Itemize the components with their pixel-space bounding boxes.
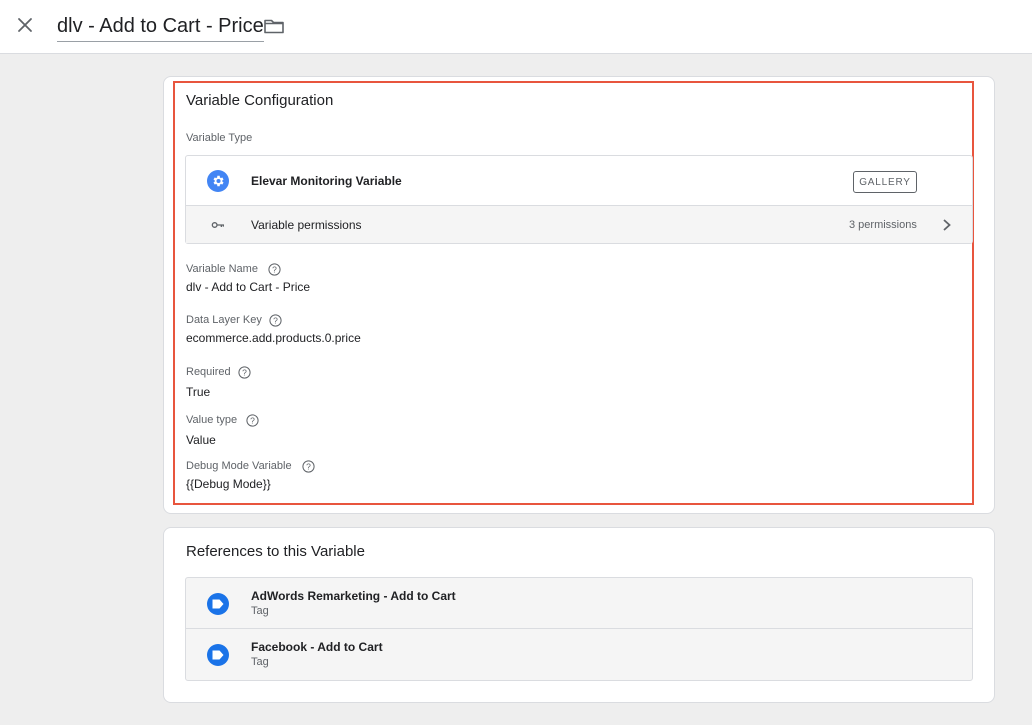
svg-text:?: ? bbox=[273, 316, 278, 326]
value-type-value: Value bbox=[186, 433, 216, 447]
folder-icon[interactable] bbox=[262, 14, 286, 38]
variable-name-label: Variable Name bbox=[186, 263, 258, 275]
variable-configuration-title: Variable Configuration bbox=[186, 92, 334, 109]
data-layer-key-label: Data Layer Key bbox=[186, 314, 262, 326]
required-label: Required bbox=[186, 366, 231, 378]
value-type-label: Value type bbox=[186, 414, 238, 426]
variable-title-input[interactable]: dlv - Add to Cart - Price bbox=[57, 12, 264, 42]
svg-text:?: ? bbox=[306, 462, 311, 472]
svg-text:?: ? bbox=[242, 368, 247, 378]
variable-type-label: Variable Type bbox=[186, 132, 253, 144]
data-layer-key-value: ecommerce.add.products.0.price bbox=[186, 331, 361, 345]
top-bar: dlv - Add to Cart - Price bbox=[0, 0, 1032, 54]
reference-name: Facebook - Add to Cart bbox=[251, 640, 383, 654]
variable-type-name: Elevar Monitoring Variable bbox=[251, 174, 402, 188]
reference-item[interactable] bbox=[186, 629, 972, 680]
reference-type: Tag bbox=[251, 656, 269, 668]
debug-mode-variable-value: {{Debug Mode}} bbox=[186, 477, 271, 491]
reference-type: Tag bbox=[251, 605, 269, 617]
tag-icon bbox=[207, 593, 229, 615]
variable-name-value: dlv - Add to Cart - Price bbox=[186, 280, 311, 294]
help-icon[interactable]: ? bbox=[268, 263, 281, 276]
gallery-button[interactable]: GALLERY bbox=[853, 171, 917, 193]
key-icon bbox=[210, 217, 226, 233]
chevron-right-icon[interactable] bbox=[940, 217, 954, 233]
permissions-count: 3 permissions bbox=[849, 219, 917, 231]
reference-name: AdWords Remarketing - Add to Cart bbox=[251, 589, 456, 603]
debug-mode-variable-label: Debug Mode Variable bbox=[186, 460, 292, 472]
variable-permissions-label: Variable permissions bbox=[251, 218, 362, 232]
svg-text:?: ? bbox=[272, 265, 277, 275]
gear-icon bbox=[207, 170, 229, 192]
help-icon[interactable]: ? bbox=[269, 314, 282, 327]
svg-text:?: ? bbox=[250, 416, 255, 426]
reference-item[interactable] bbox=[186, 578, 972, 629]
help-icon[interactable]: ? bbox=[246, 414, 259, 427]
required-value: True bbox=[186, 385, 211, 399]
close-icon[interactable] bbox=[13, 13, 37, 37]
tag-icon bbox=[207, 644, 229, 666]
help-icon[interactable]: ? bbox=[238, 366, 251, 379]
references-title: References to this Variable bbox=[186, 543, 365, 560]
help-icon[interactable]: ? bbox=[302, 460, 315, 473]
